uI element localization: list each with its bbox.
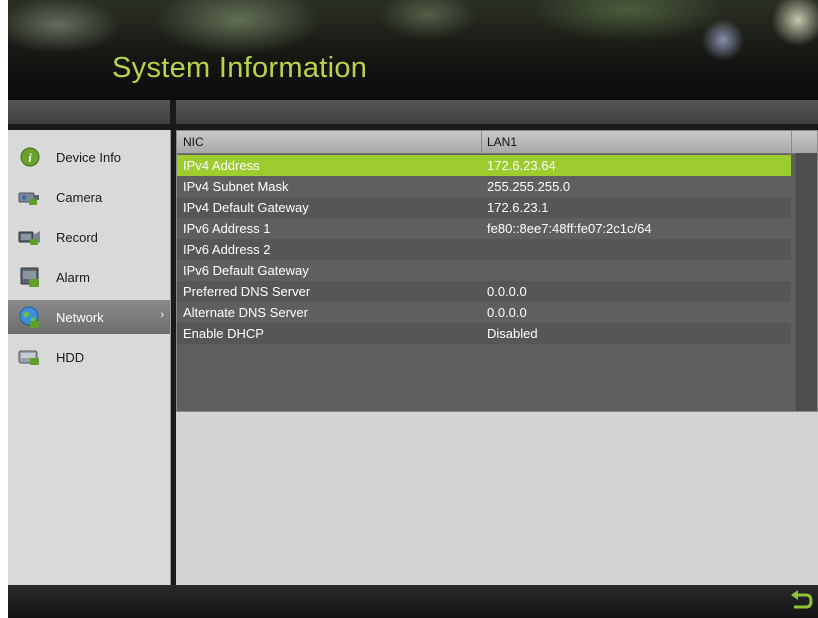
page-title: System Information xyxy=(112,52,368,84)
table-row[interactable]: IPv6 Default Gateway xyxy=(177,260,791,281)
dvr-window: System Information i Device Info Camera … xyxy=(8,0,818,618)
row-value: 0.0.0.0 xyxy=(487,305,527,320)
row-value: 172.6.23.64 xyxy=(487,158,556,173)
column-header-lan1: LAN1 xyxy=(487,135,518,149)
table-row[interactable]: IPv6 Address 2 xyxy=(177,239,791,260)
row-label: Preferred DNS Server xyxy=(183,284,311,299)
table-row[interactable]: Preferred DNS Server 0.0.0.0 xyxy=(177,281,791,302)
row-value: fe80::8ee7:48ff:fe07:2c1c/64 xyxy=(487,221,652,236)
chevron-right-icon: › xyxy=(160,309,164,321)
camera-icon xyxy=(18,186,42,208)
table-row[interactable]: IPv6 Address 1 fe80::8ee7:48ff:fe07:2c1c… xyxy=(177,218,791,239)
sidebar-item-network[interactable]: Network › xyxy=(8,300,170,334)
network-info-table: NIC LAN1 IPv4 Address 172.6.23.64 IPv4 S… xyxy=(176,130,818,412)
row-value: Disabled xyxy=(487,326,538,341)
row-value: 255.255.255.0 xyxy=(487,179,571,194)
sidebar-item-device-info[interactable]: i Device Info xyxy=(8,140,170,174)
table-scrollbar[interactable] xyxy=(796,153,817,411)
alarm-icon xyxy=(18,266,42,288)
table-row[interactable]: Alternate DNS Server 0.0.0.0 xyxy=(177,302,791,323)
content-panel: NIC LAN1 IPv4 Address 172.6.23.64 IPv4 S… xyxy=(176,130,818,585)
table-row[interactable]: Enable DHCP Disabled xyxy=(177,323,791,344)
sidebar-item-camera[interactable]: Camera xyxy=(8,180,170,214)
column-divider xyxy=(791,131,792,153)
sidebar-item-label: HDD xyxy=(56,349,85,365)
sidebar-item-record[interactable]: Record xyxy=(8,220,170,254)
row-label: IPv6 Default Gateway xyxy=(183,263,309,278)
footer-bar xyxy=(8,585,818,618)
table-row[interactable]: IPv4 Default Gateway 172.6.23.1 xyxy=(177,197,791,218)
column-divider xyxy=(481,131,482,153)
content-header-bar xyxy=(176,100,818,124)
header-banner: System Information xyxy=(8,0,818,100)
sidebar-item-hdd[interactable]: HDD xyxy=(8,340,170,374)
row-label: IPv4 Address xyxy=(183,158,260,173)
table-header: NIC LAN1 xyxy=(177,131,817,154)
network-icon xyxy=(18,306,42,328)
sidebar-item-label: Camera xyxy=(56,189,103,205)
row-label: IPv6 Address 1 xyxy=(183,221,271,236)
row-value: 172.6.23.1 xyxy=(487,200,549,215)
row-label: Alternate DNS Server xyxy=(183,305,308,320)
table-row[interactable]: IPv4 Address 172.6.23.64 xyxy=(177,155,791,176)
record-icon xyxy=(18,226,42,248)
table-row[interactable]: IPv4 Subnet Mask 255.255.255.0 xyxy=(177,176,791,197)
sidebar-item-label: Alarm xyxy=(56,269,90,285)
sidebar-item-label: Device Info xyxy=(56,149,122,165)
row-label: IPv4 Default Gateway xyxy=(183,200,309,215)
row-value: 0.0.0.0 xyxy=(487,284,527,299)
sidebar-header-bar xyxy=(8,100,170,124)
column-header-nic: NIC xyxy=(183,135,204,149)
row-label: IPv4 Subnet Mask xyxy=(183,179,289,194)
row-label: IPv6 Address 2 xyxy=(183,242,271,257)
return-arrow-icon[interactable] xyxy=(788,589,814,613)
sidebar-item-alarm[interactable]: Alarm xyxy=(8,260,170,294)
sidebar-item-label: Record xyxy=(56,229,98,245)
sidebar-item-label: Network xyxy=(56,309,104,325)
sidebar: i Device Info Camera Record Alarm Networ… xyxy=(8,130,171,585)
row-label: Enable DHCP xyxy=(183,326,264,341)
info-icon: i xyxy=(18,146,42,168)
hdd-icon xyxy=(18,346,42,368)
